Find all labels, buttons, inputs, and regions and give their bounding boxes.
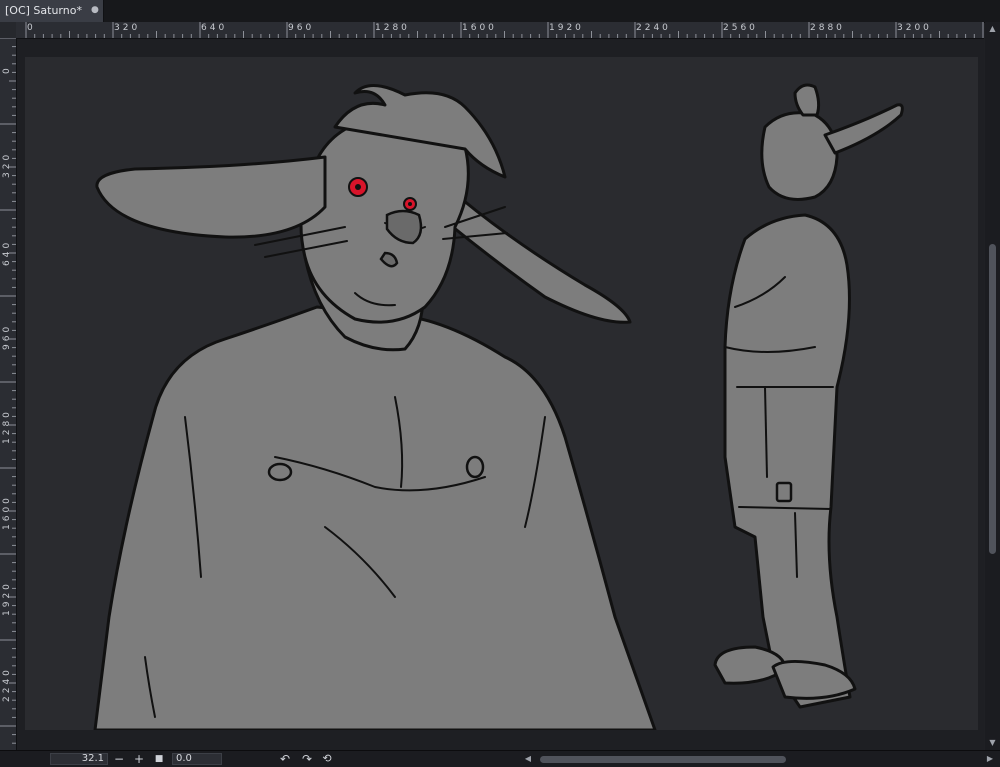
ruler-label-2560: 2560: [723, 23, 758, 33]
ruler-label-3200: 3200: [897, 23, 932, 33]
vruler-label-960: 960: [2, 323, 12, 350]
ruler-label-2880: 2880: [810, 23, 845, 33]
character-sketch-artwork: [93, 83, 904, 730]
document-tab-bar: [OC] Saturno* ●: [0, 0, 1000, 23]
zoom-level-field[interactable]: 32.1: [50, 753, 108, 765]
scroll-left-icon[interactable]: ◀: [522, 751, 534, 767]
fit-square-icon[interactable]: ■: [152, 751, 166, 767]
document-tab-title: [OC] Saturno*: [5, 4, 82, 17]
canvas-workspace[interactable]: [17, 39, 984, 750]
ruler-label-320: 320: [114, 23, 141, 33]
ruler-label-960: 960: [288, 23, 315, 33]
ruler-label-1600: 1600: [462, 23, 497, 33]
rotate-left-icon[interactable]: ↶: [278, 751, 292, 767]
status-bar: 32.1 − + ■ 0.0 ↶ ↷ ⟲ ◀ ▶: [0, 750, 1000, 767]
horizontal-ruler: 0 320 640 960 1280 1600 1920 2240 2560 2…: [16, 22, 984, 39]
vruler-label-1920: 1920: [2, 581, 12, 616]
zoom-out-button[interactable]: −: [112, 751, 126, 767]
horizontal-scroll-thumb[interactable]: [540, 756, 786, 763]
vruler-label-2240: 2240: [2, 667, 12, 702]
rotation-angle-field[interactable]: 0.0: [172, 753, 222, 765]
scroll-down-icon[interactable]: ▼: [985, 736, 1000, 750]
vertical-scrollbar[interactable]: ▲ ▼: [985, 22, 1000, 750]
ruler-label-640: 640: [201, 23, 228, 33]
vruler-label-320: 320: [2, 151, 12, 178]
vruler-label-1280: 1280: [2, 409, 12, 444]
vertical-ruler: 0 320 640 960 1280 1600 1920 2240: [0, 38, 17, 750]
ruler-label-1280: 1280: [375, 23, 410, 33]
ruler-label-2240: 2240: [636, 23, 671, 33]
vruler-label-640: 640: [2, 239, 12, 266]
dot-close-icon[interactable]: ●: [91, 5, 99, 15]
scroll-right-icon[interactable]: ▶: [984, 751, 996, 767]
document-tab[interactable]: [OC] Saturno* ●: [0, 0, 104, 22]
vertical-scroll-thumb[interactable]: [989, 244, 996, 554]
zoom-in-button[interactable]: +: [132, 751, 146, 767]
ruler-label-1920: 1920: [549, 23, 584, 33]
reset-rotation-icon[interactable]: ⟲: [320, 751, 334, 767]
ruler-corner: [0, 22, 17, 39]
vruler-label-0: 0: [2, 65, 12, 74]
ruler-label-0: 0: [27, 23, 36, 33]
scroll-up-icon[interactable]: ▲: [985, 22, 1000, 36]
vruler-label-1600: 1600: [2, 495, 12, 530]
rotate-right-icon[interactable]: ↷: [300, 751, 314, 767]
vertical-ruler-ticks: [0, 38, 16, 744]
horizontal-scrollbar[interactable]: [340, 754, 980, 764]
drawing-canvas[interactable]: [25, 57, 978, 730]
